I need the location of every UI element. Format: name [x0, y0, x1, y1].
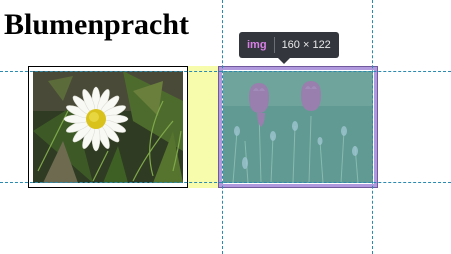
tooltip-dimensions: 160 × 122: [281, 39, 331, 51]
inspector-tooltip: img 160 × 122: [239, 32, 339, 58]
page: Blumenpracht img 160 × 122: [0, 0, 451, 254]
tooltip-tag-name: img: [247, 39, 267, 51]
guide-line-right: [372, 0, 373, 254]
guide-line-left: [222, 0, 223, 254]
guide-line-top: [0, 71, 451, 72]
page-heading: Blumenpracht: [4, 8, 190, 41]
padding-box-highlight: [218, 66, 378, 188]
guide-line-bottom: [0, 182, 451, 183]
daisy-photo: [33, 71, 183, 183]
tooltip-arrow-icon: [278, 58, 290, 64]
margin-highlight: [188, 66, 218, 188]
daisy-image[interactable]: [28, 66, 188, 188]
tooltip-divider: [273, 37, 275, 53]
